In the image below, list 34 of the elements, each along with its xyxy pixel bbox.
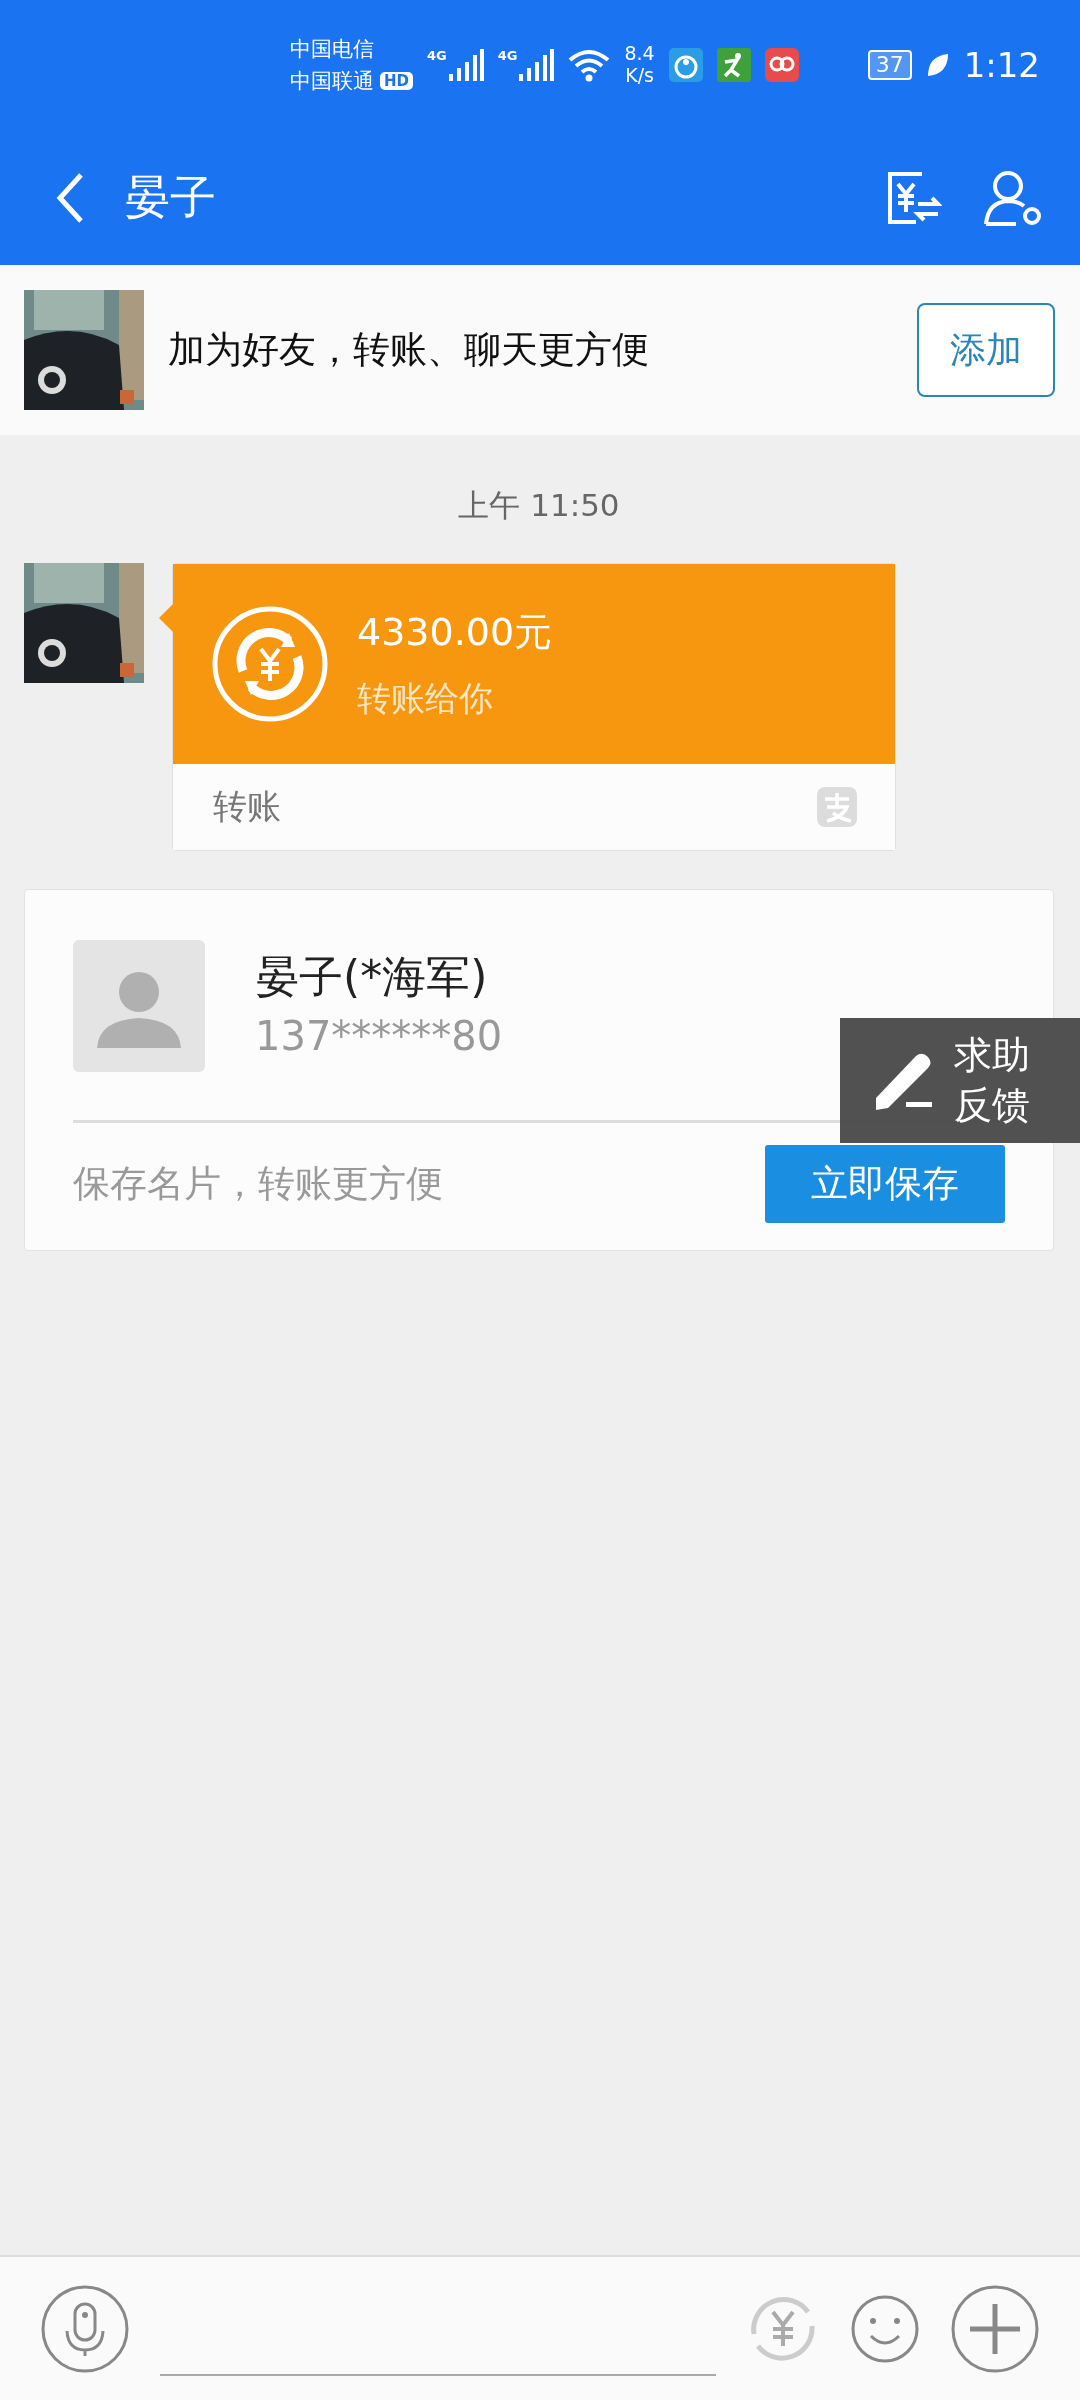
transfer-amount: 4330.00元 (357, 608, 553, 656)
leaf-icon (925, 52, 950, 78)
voice-icon[interactable] (40, 2283, 130, 2374)
battery-icon: 37 (867, 50, 912, 80)
save-card-hint: 保存名片，转账更方便 (73, 1161, 443, 1207)
network-label: 4G (497, 48, 518, 63)
feedback-label: 反馈 (954, 1081, 1030, 1129)
emoji-icon[interactable] (850, 2293, 920, 2364)
transfer-label: 转账 (213, 785, 281, 828)
hd-badge: HD (380, 72, 413, 90)
back-icon[interactable] (56, 171, 84, 224)
add-button[interactable]: 添加 (917, 303, 1055, 397)
save-now-button[interactable]: 立即保存 (765, 1145, 1005, 1223)
transfer-note: 转账给你 (357, 676, 494, 720)
payment-logo-icon (817, 787, 857, 827)
speed-value: 8.4 (624, 43, 655, 65)
carrier-name: 中国联通 (290, 68, 374, 95)
plus-icon[interactable] (950, 2283, 1040, 2374)
feedback-label: 求助 (954, 1032, 1030, 1080)
signal-icon (447, 48, 484, 82)
feedback-button[interactable]: 求助 反馈 (840, 1018, 1080, 1143)
wifi-icon (568, 48, 611, 82)
network-label: 4G (427, 48, 447, 63)
message-time: 上午 11:50 (458, 486, 620, 525)
chat-title: 晏子 (124, 168, 216, 226)
transfer-icon (211, 605, 329, 723)
avatar-placeholder-icon (73, 940, 205, 1072)
clock-time: 1:12 (963, 45, 1040, 85)
contact-phone: 137******80 (255, 1013, 503, 1059)
signal-icon (518, 48, 555, 82)
speed-unit: K/s (625, 65, 654, 87)
carrier-name: 中国电信 (290, 36, 375, 63)
contact-name: 晏子(*海军) (255, 950, 489, 1004)
add-friend-prompt: 加为好友，转账、聊天更方便 (168, 327, 650, 373)
